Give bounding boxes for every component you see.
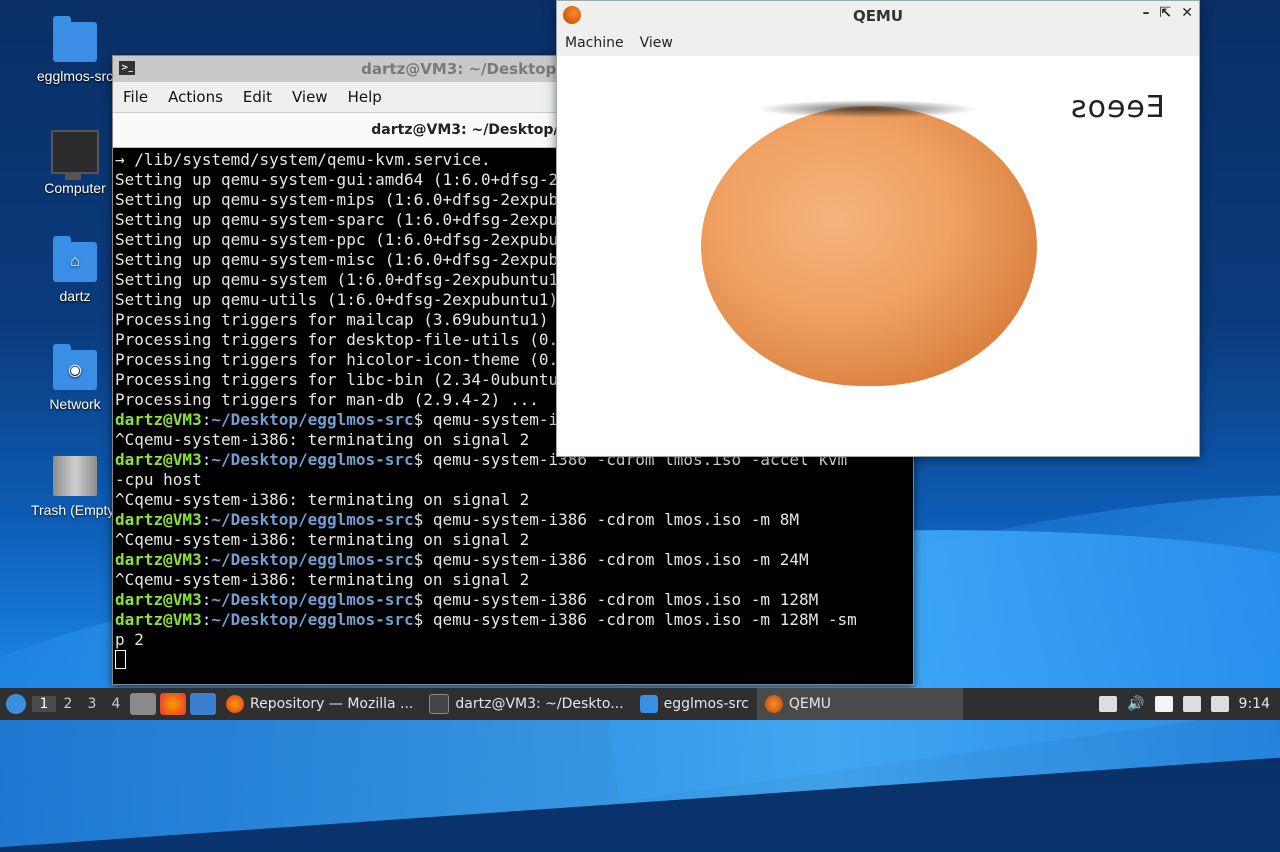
terminal-output-line: ^Cqemu-system-i386: terminating on signa… bbox=[115, 570, 530, 589]
prompt-path: ~/Desktop/egglmos-src bbox=[211, 410, 414, 429]
home-folder-icon: ⌂ bbox=[53, 236, 97, 282]
task-label: egglmos-src bbox=[663, 696, 749, 712]
task-label: QEMU bbox=[788, 696, 832, 712]
menu-actions[interactable]: Actions bbox=[158, 88, 233, 106]
close-icon[interactable]: ✕ bbox=[1181, 5, 1193, 21]
prompt-sep: : bbox=[201, 510, 212, 529]
workspace-2[interactable]: 2 bbox=[56, 696, 80, 712]
task-file-manager[interactable]: egglmos-src bbox=[632, 688, 757, 720]
menu-view[interactable]: View bbox=[282, 88, 338, 106]
terminal-output-line: p 2 bbox=[115, 630, 144, 649]
terminal-cursor bbox=[115, 650, 126, 669]
terminal-command-line: dartz@VM3:~/Desktop/egglmos-src$ qemu-sy… bbox=[115, 610, 911, 630]
workspace-4[interactable]: 4 bbox=[104, 696, 128, 712]
prompt-sep: : bbox=[201, 550, 212, 569]
system-tray: 🔊 9:14 bbox=[1099, 696, 1280, 712]
prompt-path: ~/Desktop/egglmos-src bbox=[211, 510, 414, 529]
menu-help[interactable]: Help bbox=[338, 88, 392, 106]
notifications-icon[interactable] bbox=[1210, 696, 1229, 712]
workspace-3[interactable]: 3 bbox=[80, 696, 104, 712]
command-text: $ qemu-system-i386 -cdrom lmos.iso -m 8M bbox=[413, 510, 799, 529]
prompt-user: dartz@VM3 bbox=[115, 410, 202, 429]
prompt-path: ~/Desktop/egglmos-src bbox=[211, 550, 414, 569]
task-label: dartz@VM3: ~/Deskto... bbox=[455, 696, 624, 712]
task-qemu[interactable]: QEMU bbox=[756, 688, 963, 720]
prompt-sep: : bbox=[201, 610, 212, 629]
menu-file[interactable]: File bbox=[113, 88, 158, 106]
terminal-output-line: ^Cqemu-system-i386: terminating on signa… bbox=[115, 490, 530, 509]
lubuntu-logo-icon bbox=[6, 694, 26, 714]
command-text: $ qemu-system-i386 -cdrom lmos.iso -m 24… bbox=[413, 550, 809, 569]
terminal-command-line: dartz@VM3:~/Desktop/egglmos-src$ qemu-sy… bbox=[115, 510, 911, 530]
terminal-command-line: dartz@VM3:~/Desktop/egglmos-src$ qemu-sy… bbox=[115, 590, 911, 610]
workspace-1[interactable]: 1 bbox=[32, 696, 56, 712]
qemu-window-title: QEMU bbox=[852, 6, 904, 25]
terminal-icon bbox=[429, 694, 450, 714]
prompt-user: dartz@VM3 bbox=[115, 450, 202, 469]
folder-icon bbox=[639, 695, 658, 713]
folder-icon bbox=[53, 16, 97, 62]
clock[interactable]: 9:14 bbox=[1239, 696, 1270, 712]
prompt-path: ~/Desktop/egglmos-src bbox=[211, 590, 414, 609]
task-label: Repository — Mozilla ... bbox=[250, 696, 414, 712]
firefox-launcher-icon[interactable] bbox=[160, 693, 186, 715]
menu-edit[interactable]: Edit bbox=[233, 88, 282, 106]
volume-icon[interactable]: 🔊 bbox=[1127, 696, 1144, 712]
display-logo-text: Eeeos bbox=[1070, 90, 1165, 125]
prompt-path: ~/Desktop/egglmos-src bbox=[211, 450, 414, 469]
trash-icon bbox=[53, 456, 97, 496]
firefox-icon bbox=[226, 695, 244, 713]
file-manager-launcher-icon[interactable] bbox=[130, 693, 156, 715]
terminal-icon: >_ bbox=[119, 61, 135, 75]
menu-view[interactable]: View bbox=[632, 35, 681, 51]
qemu-display[interactable]: Eeeos bbox=[557, 56, 1199, 454]
prompt-user: dartz@VM3 bbox=[115, 550, 202, 569]
taskbar: 1 2 3 4 Repository — Mozilla ... dartz@V… bbox=[0, 688, 1280, 720]
qemu-icon bbox=[563, 6, 581, 24]
egg-shadow bbox=[757, 100, 977, 118]
prompt-user: dartz@VM3 bbox=[115, 590, 202, 609]
terminal-output-line: -cpu host bbox=[115, 470, 202, 489]
desktop-launcher-icon[interactable] bbox=[190, 693, 216, 715]
update-notifier-icon[interactable] bbox=[1099, 696, 1118, 712]
network-folder-icon: ◉ bbox=[53, 344, 97, 390]
qemu-menubar: Machine View bbox=[557, 30, 1199, 56]
prompt-user: dartz@VM3 bbox=[115, 610, 202, 629]
network-icon[interactable] bbox=[1182, 696, 1201, 712]
minimize-icon[interactable]: – bbox=[1143, 5, 1150, 21]
command-text: $ qemu-system-i386 -cdrom lmos.iso -m 12… bbox=[413, 610, 857, 629]
egg-image bbox=[701, 106, 1037, 386]
qemu-icon bbox=[764, 695, 783, 713]
menu-machine[interactable]: Machine bbox=[557, 35, 632, 51]
task-terminal[interactable]: dartz@VM3: ~/Deskto... bbox=[421, 688, 631, 720]
maximize-icon[interactable]: ⇱ bbox=[1160, 5, 1172, 21]
clipboard-icon[interactable] bbox=[1154, 696, 1173, 712]
command-text: $ qemu-system-i386 -cdrom lmos.iso -m 12… bbox=[413, 590, 819, 609]
task-firefox[interactable]: Repository — Mozilla ... bbox=[218, 688, 421, 720]
prompt-sep: : bbox=[201, 590, 212, 609]
prompt-sep: : bbox=[201, 410, 212, 429]
computer-icon bbox=[51, 130, 99, 180]
prompt-sep: : bbox=[201, 450, 212, 469]
qemu-titlebar[interactable]: QEMU – ⇱ ✕ bbox=[557, 1, 1199, 30]
qemu-window[interactable]: QEMU – ⇱ ✕ Machine View Eeeos bbox=[556, 0, 1200, 457]
terminal-output-line bbox=[115, 650, 911, 671]
terminal-output-line: ^Cqemu-system-i386: terminating on signa… bbox=[115, 530, 530, 549]
start-menu-button[interactable] bbox=[0, 688, 32, 720]
prompt-path: ~/Desktop/egglmos-src bbox=[211, 610, 414, 629]
prompt-user: dartz@VM3 bbox=[115, 510, 202, 529]
terminal-command-line: dartz@VM3:~/Desktop/egglmos-src$ qemu-sy… bbox=[115, 550, 911, 570]
